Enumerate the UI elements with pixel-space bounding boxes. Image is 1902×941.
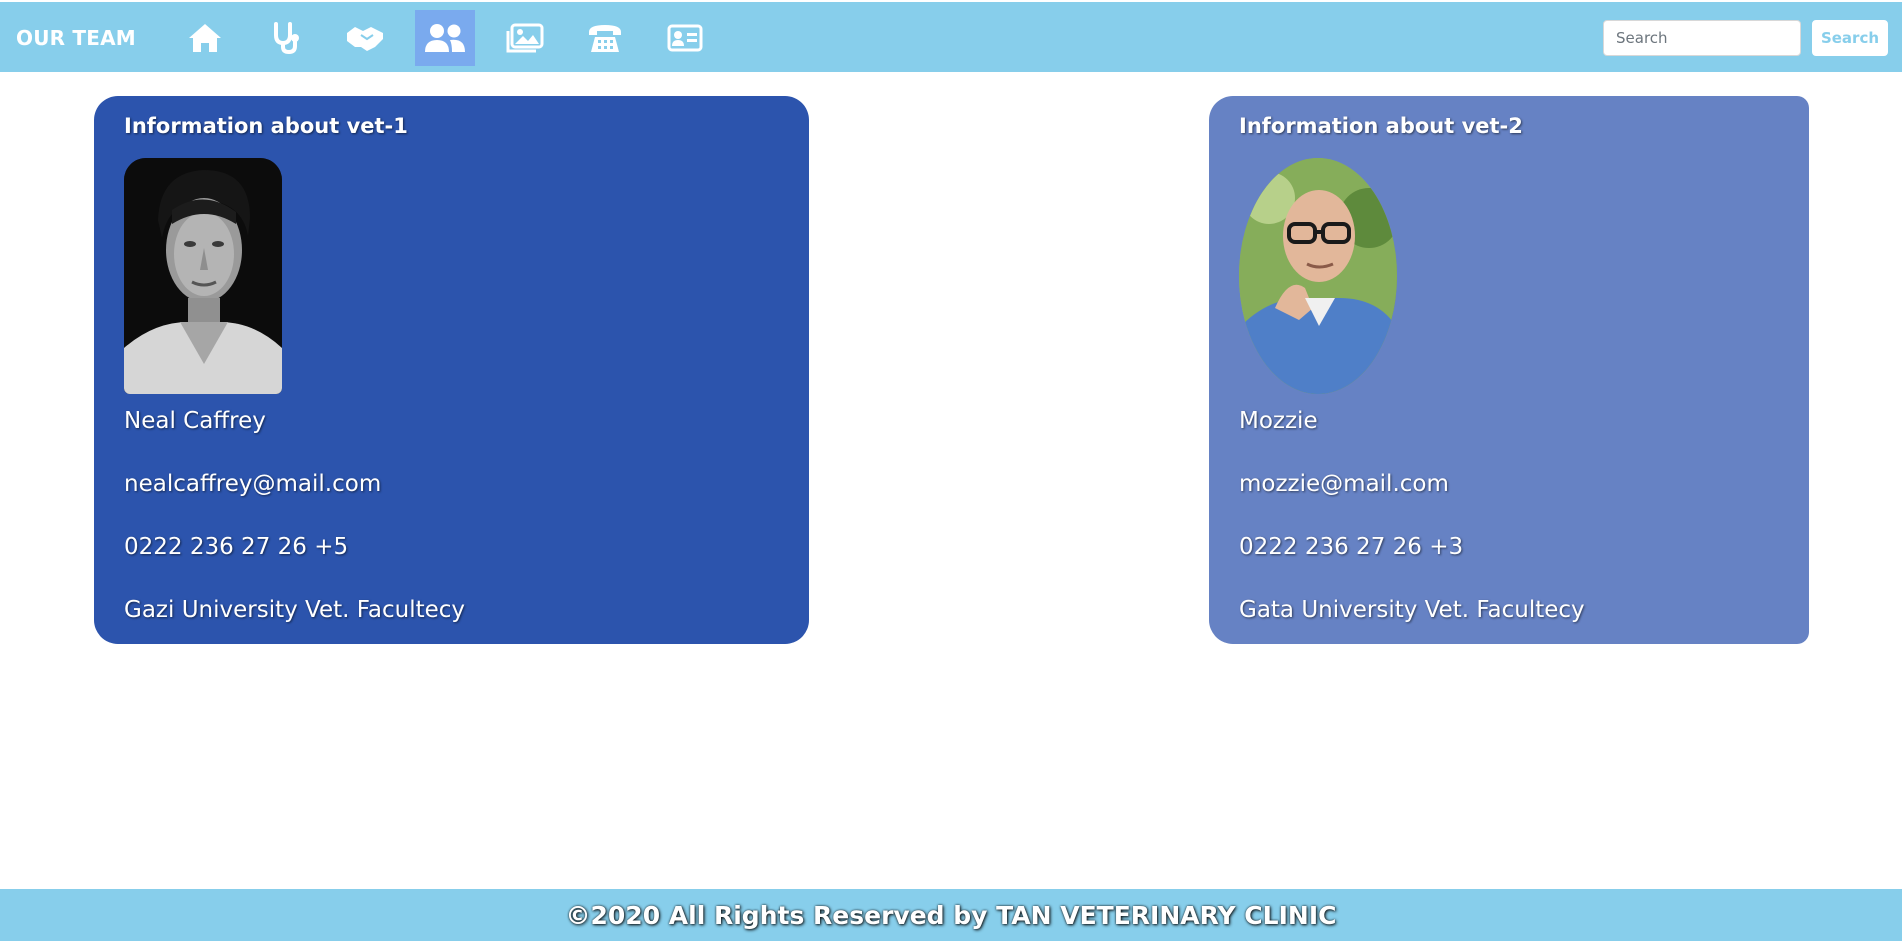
users-icon: [425, 24, 465, 52]
search-button[interactable]: Search: [1812, 20, 1888, 56]
vet-school: Gata University Vet. Facultecy: [1239, 597, 1585, 623]
vet-card-title: Information about vet-2: [1239, 114, 1523, 138]
nav-item-contact[interactable]: [575, 10, 635, 66]
vet-photo: [1239, 158, 1397, 394]
stethoscope-icon: [274, 22, 299, 55]
vet-email: mozzie@mail.com: [1239, 471, 1449, 497]
vet-phone: 0222 236 27 26 +3: [1239, 534, 1464, 560]
vet-email: nealcaffrey@mail.com: [124, 471, 382, 497]
vet-portrait-image: [1239, 158, 1397, 394]
nav-item-gallery[interactable]: [495, 10, 555, 66]
nav-item-about[interactable]: [335, 10, 395, 66]
nav-item-services[interactable]: [255, 10, 315, 66]
nav-item-home[interactable]: [175, 10, 235, 66]
vet-photo: [124, 158, 282, 394]
vet-name: Mozzie: [1239, 408, 1318, 434]
vet-card-title: Information about vet-1: [124, 114, 408, 138]
nav-item-profile[interactable]: [655, 10, 715, 66]
home-icon: [189, 24, 221, 52]
search-input[interactable]: [1603, 20, 1801, 56]
vet-school: Gazi University Vet. Facultecy: [124, 597, 466, 623]
phone-icon: [589, 25, 621, 52]
top-navbar: OUR TEAM Search Search: [0, 0, 1902, 72]
navbar-brand[interactable]: OUR TEAM: [16, 26, 136, 50]
contact-card-icon: [667, 24, 703, 52]
vet-portrait-image: [124, 158, 282, 394]
vet-card-2: Information about vet-2 Mozzie mozzie@ma…: [1209, 96, 1809, 644]
page-footer: ©2020 All Rights Reserved by TAN VETERIN…: [0, 889, 1902, 941]
vet-name: Neal Caffrey: [124, 408, 266, 434]
footer-copyright: ©2020 All Rights Reserved by TAN VETERIN…: [565, 900, 1337, 930]
vet-phone: 0222 236 27 26 +5: [124, 534, 349, 560]
nav-item-our-team[interactable]: [415, 10, 475, 66]
gallery-icon: [506, 23, 544, 53]
vet-card-1: Information about vet-1 Neal Caffrey nea…: [94, 96, 809, 644]
handshake-icon: [347, 27, 383, 51]
